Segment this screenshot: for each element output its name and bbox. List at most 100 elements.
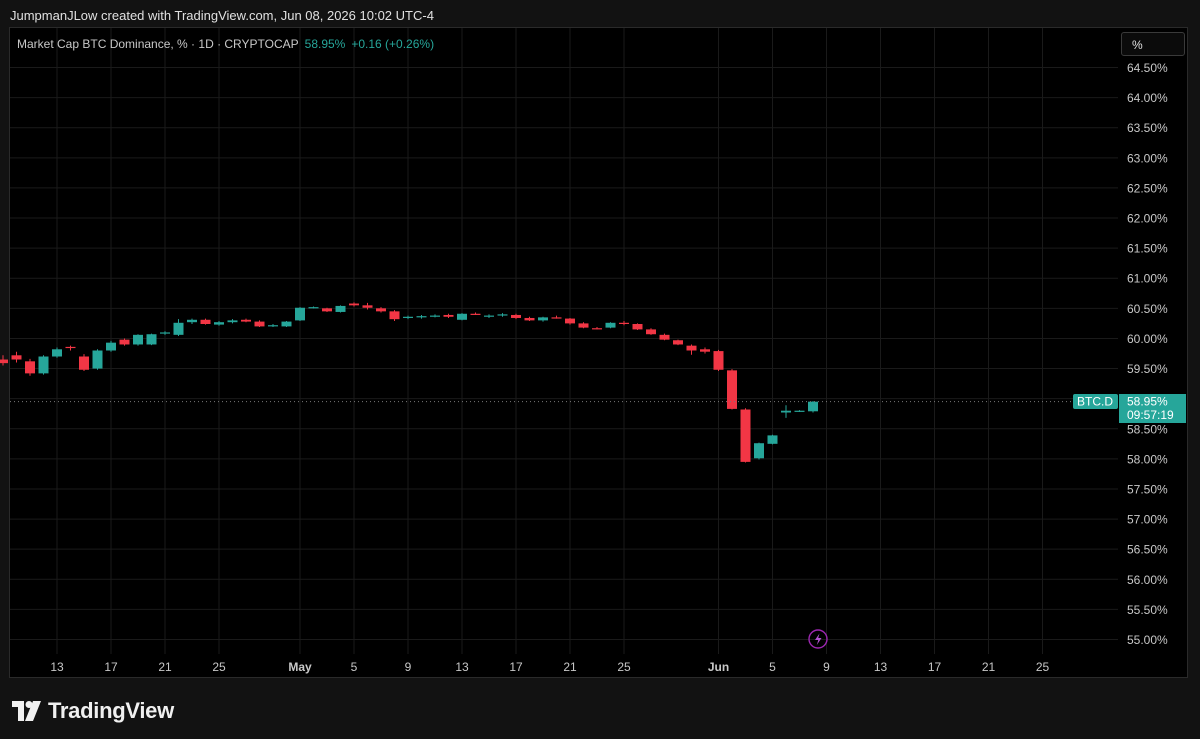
candle-body [781,410,791,413]
candle-down[interactable] [241,318,251,323]
y-tick-label: 61.50% [1127,242,1168,256]
x-tick-label: 9 [823,660,830,674]
candle-up[interactable] [605,322,616,329]
candle-up[interactable] [808,401,818,413]
candle-up[interactable] [430,314,440,318]
candle-down[interactable] [65,345,76,351]
candle-body [538,317,548,321]
price-tag-symbol: BTC.D [1077,395,1113,409]
candle-down[interactable] [686,344,697,355]
y-tick-label: 58.00% [1127,452,1168,466]
candle-up[interactable] [227,319,238,324]
candle-body [214,322,224,325]
candle-down[interactable] [11,351,22,363]
candle-body [146,334,157,345]
grid-lines [10,28,1118,654]
candle-body [646,329,656,335]
candle-up[interactable] [281,320,292,328]
x-tick-label: 25 [617,660,631,674]
candle-body [52,349,62,357]
candle-down[interactable] [25,358,35,376]
candle-body [92,350,103,369]
candle-up[interactable] [146,333,157,346]
candle-down[interactable] [619,320,629,326]
candle-up[interactable] [173,319,184,337]
tradingview-logo-icon [12,701,41,721]
candle-down[interactable] [254,320,265,328]
y-tick-label: 61.00% [1127,272,1168,286]
candle-body [808,401,818,412]
candlestick-chart[interactable]: 64.50% 64.00% 63.50% 63.00% 62.50% 62.00% 61.5… [0,0,1200,739]
candle-up[interactable] [335,305,346,313]
candle-down[interactable] [524,316,535,321]
candle-up[interactable] [484,314,494,318]
candle-down[interactable] [0,355,8,366]
candle-up[interactable] [767,434,778,445]
candle-down[interactable] [565,317,575,325]
candle-down[interactable] [578,322,589,329]
candle-up[interactable] [497,313,508,317]
scale-unit-button[interactable]: % [1121,32,1185,56]
candle-up[interactable] [754,442,764,460]
candle-body [25,361,35,374]
candle-up[interactable] [295,307,305,321]
candle-body [457,313,467,320]
candle-body [605,322,616,328]
candle-down[interactable] [727,369,737,410]
candle-down[interactable] [551,315,562,319]
candle-up[interactable] [268,323,278,328]
candle-up[interactable] [308,306,319,309]
candle-body [133,334,143,345]
candle-up[interactable] [106,340,116,352]
candle-down[interactable] [713,349,724,371]
candle-up[interactable] [538,316,548,322]
candle-up[interactable] [403,315,413,320]
candle-up[interactable] [794,410,805,412]
candle-body [578,323,589,328]
candle-down[interactable] [740,408,751,463]
x-tick-label: 13 [874,660,888,674]
candle-down[interactable] [79,354,89,371]
candle-up[interactable] [214,320,224,326]
candle-body [740,409,751,462]
candle-body [403,316,413,318]
candle-body [335,305,346,312]
candle-body [106,342,116,351]
candle-up[interactable] [38,355,49,375]
candle-down[interactable] [673,339,683,346]
candle-up[interactable] [187,318,197,324]
candle-down[interactable] [646,328,656,335]
candle-up[interactable] [781,405,791,418]
y-tick-label: 58.50% [1127,422,1168,436]
candle-body [767,435,778,444]
candle-down[interactable] [632,323,643,331]
y-tick-label: 55.00% [1127,633,1168,647]
candle-body [713,351,724,370]
candle-down[interactable] [349,302,359,307]
x-tick-label: 9 [405,660,412,674]
candle-up[interactable] [92,349,103,370]
candle-down[interactable] [443,313,454,318]
candle-body [551,317,562,319]
candle-up[interactable] [52,347,62,358]
candle-up[interactable] [457,313,467,321]
candle-down[interactable] [322,307,332,312]
candle-down[interactable] [700,347,710,354]
candle-up[interactable] [416,314,427,319]
candle-down[interactable] [389,310,400,321]
candle-down[interactable] [200,318,211,325]
candle-body [295,307,305,321]
candle-up[interactable] [133,334,143,346]
candle-down[interactable] [592,327,602,330]
candle-down[interactable] [119,338,130,346]
candle-down[interactable] [470,312,481,315]
x-tick-label: 5 [351,660,358,674]
x-tick-label: 21 [158,660,172,674]
candle-body [241,319,251,322]
candle-up[interactable] [160,331,170,335]
candle-down[interactable] [511,313,521,320]
y-tick-label: 62.50% [1127,181,1168,195]
x-tick-label: 17 [509,660,523,674]
candle-down[interactable] [659,333,670,341]
brand-name: TradingView [48,698,174,723]
